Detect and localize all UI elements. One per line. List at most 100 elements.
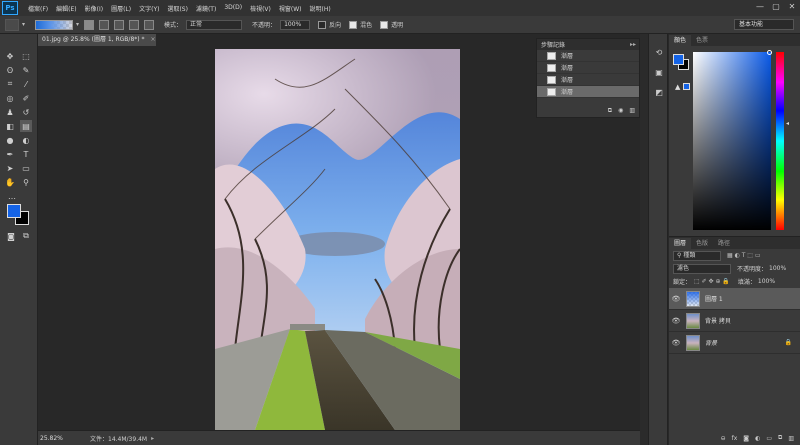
gradient-swatch[interactable] — [35, 19, 74, 30]
collapse-icon[interactable]: ▸▸ — [630, 41, 639, 48]
trash-icon[interactable]: ▥ — [629, 107, 635, 114]
brush-tool-icon[interactable]: ✐ — [20, 92, 32, 104]
filter-icons[interactable]: ▦ ◐ T ⬚ ▭ — [727, 252, 761, 259]
marquee-tool-icon[interactable]: ⬚ — [20, 50, 32, 62]
menu-help[interactable]: 說明(H) — [306, 4, 335, 13]
tab-color[interactable]: 顏色 — [669, 35, 692, 46]
color-picker-field[interactable] — [693, 52, 771, 230]
healing-brush-tool-icon[interactable]: ◎ — [4, 92, 16, 104]
tool-preset-picker[interactable] — [5, 18, 19, 31]
menu-edit[interactable]: 編輯(E) — [52, 4, 80, 13]
adjustment-layer-icon[interactable]: ◐ — [755, 435, 760, 442]
layer-style-icon[interactable]: fx — [732, 435, 738, 442]
history-item[interactable]: 漸層 — [537, 62, 639, 74]
chevron-down-icon[interactable]: ▾ — [76, 21, 79, 28]
tab-swatches[interactable]: 色票 — [691, 35, 713, 46]
color-picker-cursor[interactable] — [767, 50, 772, 55]
menu-file[interactable]: 檔案(F) — [24, 4, 52, 13]
clone-stamp-tool-icon[interactable]: ♟ — [4, 106, 16, 118]
eye-icon[interactable]: 👁 — [669, 295, 683, 303]
menu-3d[interactable]: 3D(D) — [220, 4, 246, 13]
dock-divider[interactable] — [640, 34, 648, 445]
eye-icon[interactable]: 👁 — [669, 339, 683, 347]
websafe-color-swatch[interactable] — [683, 83, 690, 90]
reflected-gradient-button[interactable] — [129, 19, 140, 30]
eyedropper-tool-icon[interactable]: ⁄ — [20, 78, 32, 90]
minimize-button[interactable]: — — [752, 0, 768, 12]
dither-checkbox[interactable] — [349, 20, 358, 29]
linear-gradient-button[interactable] — [84, 19, 95, 30]
gamut-warning-icon[interactable]: ▲ — [675, 83, 680, 91]
crop-tool-icon[interactable]: ⌗ — [4, 78, 16, 90]
properties-panel-icon[interactable]: ▣ — [653, 66, 665, 78]
hand-tool-icon[interactable]: ✋ — [4, 176, 16, 188]
menu-view[interactable]: 檢視(V) — [246, 4, 275, 13]
layer-row[interactable]: 👁 背景 拷貝 — [669, 310, 800, 332]
lasso-tool-icon[interactable]: ʘ — [4, 64, 16, 76]
angle-gradient-button[interactable] — [114, 19, 125, 30]
quick-mask-icon[interactable]: ◙ — [5, 230, 17, 242]
diamond-gradient-button[interactable] — [144, 19, 155, 30]
transparency-checkbox[interactable] — [380, 20, 389, 29]
trash-icon[interactable]: ▥ — [788, 435, 794, 442]
layer-opacity-field[interactable]: 100% — [769, 265, 786, 272]
lock-icons[interactable]: ⬚ ✐ ✥ ⊕ 🔒 — [694, 278, 730, 285]
path-select-tool-icon[interactable]: ➤ — [4, 162, 16, 174]
history-brush-tool-icon[interactable]: ↺ — [20, 106, 32, 118]
foreground-color-swatch[interactable] — [7, 204, 21, 218]
close-button[interactable]: ✕ — [784, 0, 800, 12]
workspace-select[interactable]: 基本功能 — [734, 19, 794, 30]
snapshot-icon[interactable]: ◉ — [618, 107, 623, 114]
menu-select[interactable]: 選取(S) — [163, 4, 192, 13]
history-item[interactable]: 漸層 — [537, 50, 639, 62]
hue-slider[interactable] — [776, 52, 784, 230]
eraser-tool-icon[interactable]: ◧ — [4, 120, 16, 132]
move-tool-icon[interactable]: ✥ — [4, 50, 16, 62]
zoom-tool-icon[interactable]: ⚲ — [20, 176, 32, 188]
zoom-level[interactable]: 25.82% — [40, 435, 70, 442]
layer-name[interactable]: 圖層 1 — [705, 294, 723, 303]
pen-tool-icon[interactable]: ✒ — [4, 148, 16, 160]
blur-tool-icon[interactable]: ● — [4, 134, 16, 146]
reverse-checkbox[interactable] — [318, 20, 327, 29]
gradient-tool-icon[interactable]: ▤ — [20, 120, 32, 132]
fill-field[interactable]: 100% — [758, 278, 775, 285]
layer-name[interactable]: 背景 — [705, 338, 717, 347]
dodge-tool-icon[interactable]: ◐ — [20, 134, 32, 146]
layer-row[interactable]: 👁 圖層 1 — [669, 288, 800, 310]
close-icon[interactable]: × — [151, 36, 156, 43]
document-tab[interactable]: 01.jpg @ 25.8% (圖層 1, RGB/8*) * × — [38, 34, 156, 46]
chevron-right-icon[interactable]: ▸ — [151, 435, 154, 442]
new-document-from-state-icon[interactable]: ⧉ — [608, 107, 612, 115]
shape-tool-icon[interactable]: ▭ — [20, 162, 32, 174]
menu-window[interactable]: 視窗(W) — [275, 4, 306, 13]
menu-type[interactable]: 文字(Y) — [135, 4, 163, 13]
menu-image[interactable]: 影像(I) — [81, 4, 107, 13]
mode-select[interactable]: 正常 — [186, 19, 243, 30]
history-panel-header[interactable]: 步驟記錄 ▸▸ — [537, 39, 639, 50]
history-item-active[interactable]: 漸層 — [537, 86, 639, 98]
tab-layers[interactable]: 圖層 — [669, 238, 692, 249]
more-tools-icon[interactable]: … — [6, 190, 18, 202]
foreground-color-swatch[interactable] — [673, 54, 684, 65]
link-layers-icon[interactable]: ⊖ — [721, 435, 726, 442]
layer-mask-icon[interactable]: ◙ — [743, 435, 749, 442]
menu-layer[interactable]: 圖層(L) — [107, 4, 135, 13]
layer-row[interactable]: 👁 背景 🔒 — [669, 332, 800, 354]
screen-mode-icon[interactable]: ⧉ — [20, 230, 32, 242]
eye-icon[interactable]: 👁 — [669, 317, 683, 325]
history-item[interactable]: 漸層 — [537, 74, 639, 86]
layer-name[interactable]: 背景 拷貝 — [705, 316, 731, 325]
type-tool-icon[interactable]: T — [20, 148, 32, 160]
group-folder-icon[interactable]: ▭ — [766, 435, 772, 442]
layer-filter-select[interactable]: ⚲ 種類 — [673, 250, 721, 261]
menu-filter[interactable]: 濾鏡(T) — [192, 4, 220, 13]
maximize-button[interactable]: ▢ — [768, 0, 784, 12]
history-panel-icon[interactable]: ⟲ — [653, 46, 665, 58]
tab-channels[interactable]: 色版 — [691, 238, 713, 249]
chevron-down-icon[interactable]: ▾ — [22, 21, 25, 28]
tab-paths[interactable]: 路徑 — [713, 238, 735, 249]
adjustments-panel-icon[interactable]: ◩ — [653, 86, 665, 98]
radial-gradient-button[interactable] — [99, 19, 110, 30]
blend-mode-select[interactable]: 濾色 — [673, 263, 731, 274]
